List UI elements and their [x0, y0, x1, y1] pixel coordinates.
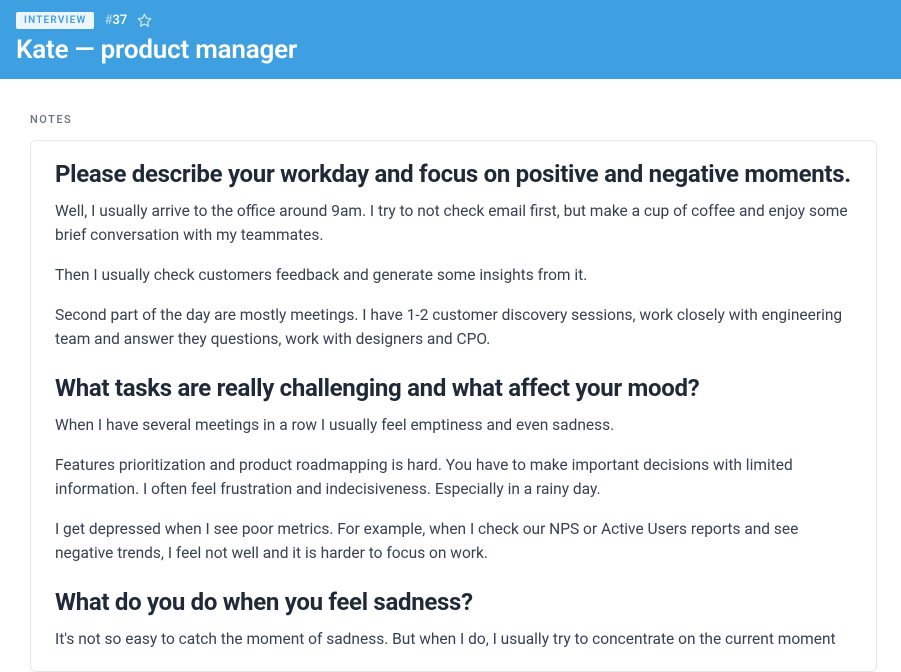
question-3: What do you do when you feel sadness?	[55, 587, 852, 617]
question-2: What tasks are really challenging and wh…	[55, 373, 852, 403]
ticket-number[interactable]: #37	[104, 13, 127, 28]
answer-paragraph: Well, I usually arrive to the office aro…	[55, 199, 852, 247]
notes-card: Please describe your workday and focus o…	[30, 140, 877, 672]
answer-paragraph: Then I usually check customers feedback …	[55, 263, 852, 287]
ticket-num: 37	[112, 13, 127, 28]
notes-section-label: NOTES	[30, 113, 877, 126]
page-title: Kate — product manager	[16, 35, 885, 65]
ticket-hash: #	[104, 13, 112, 28]
answer-paragraph: Features prioritization and product road…	[55, 453, 852, 501]
star-icon[interactable]	[137, 13, 152, 28]
header-meta-row: INTERVIEW #37	[16, 12, 885, 29]
answer-paragraph: When I have several meetings in a row I …	[55, 413, 852, 437]
answer-paragraph: I get depressed when I see poor metrics.…	[55, 517, 852, 565]
interview-badge: INTERVIEW	[16, 12, 94, 29]
content-area: NOTES Please describe your workday and f…	[0, 79, 901, 672]
answer-paragraph: Second part of the day are mostly meetin…	[55, 303, 852, 351]
page-header: INTERVIEW #37 Kate — product manager	[0, 0, 901, 79]
question-1: Please describe your workday and focus o…	[55, 159, 852, 189]
answer-paragraph: It's not so easy to catch the moment of …	[55, 627, 852, 651]
